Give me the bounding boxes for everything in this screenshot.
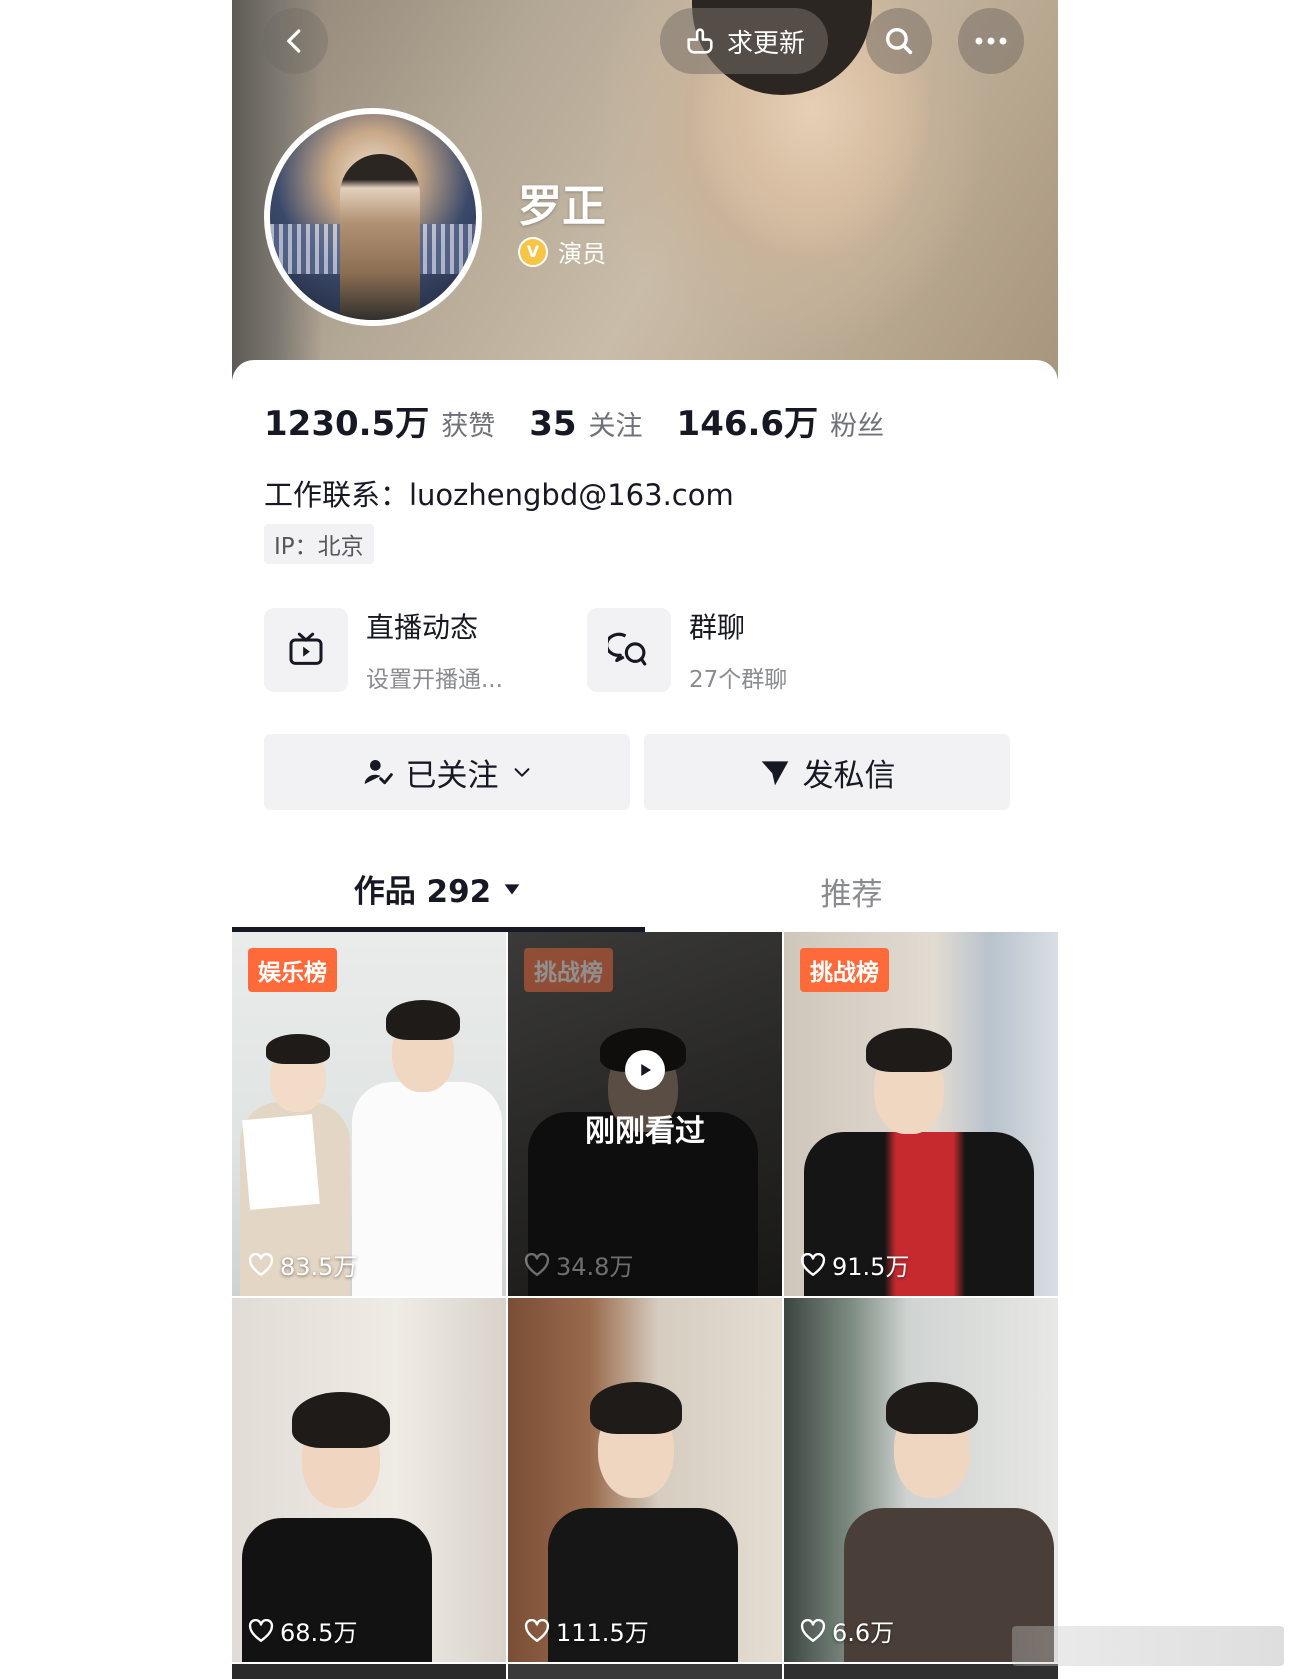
watermark xyxy=(1012,1626,1284,1666)
live-updates-title: 直播动态 xyxy=(366,611,479,644)
followed-button[interactable]: 已关注 xyxy=(264,734,630,810)
tv-play-icon xyxy=(289,632,323,665)
profile-name: 罗正 xyxy=(518,181,606,232)
chevron-left-icon xyxy=(287,29,301,53)
like-count-value: 68.5万 xyxy=(280,1619,358,1647)
ranking-badge: 挑战榜 xyxy=(800,948,889,992)
heart-outline-icon xyxy=(800,1618,826,1642)
more-dots-icon xyxy=(975,37,1007,45)
like-count: 34.8万 xyxy=(524,1247,633,1282)
video-thumbnail[interactable] xyxy=(784,1664,1058,1679)
hand-point-icon xyxy=(687,28,713,54)
like-count: 91.5万 xyxy=(800,1247,909,1282)
profile-cover-image: 求更新 罗正 V 演员 xyxy=(232,0,1058,380)
recently-watched-label: 刚刚看过 xyxy=(585,1114,705,1149)
profile-info-card: 1230.5万 获赞 35 关注 146.6万 粉丝 工作联系：luozheng… xyxy=(232,360,1058,1679)
stats-row: 1230.5万 获赞 35 关注 146.6万 粉丝 xyxy=(264,396,918,445)
like-count-value: 111.5万 xyxy=(556,1619,649,1647)
avatar[interactable] xyxy=(264,108,482,326)
request-update-label: 求更新 xyxy=(726,28,805,59)
video-thumbnail[interactable]: 68.5万 xyxy=(232,1298,506,1662)
video-thumbnail[interactable]: 挑战榜 91.5万 xyxy=(784,932,1058,1296)
like-count-value: 83.5万 xyxy=(280,1253,358,1281)
verification-label: 演员 xyxy=(558,240,606,268)
like-count: 111.5万 xyxy=(524,1613,649,1648)
heart-outline-icon xyxy=(800,1252,826,1276)
like-count: 6.6万 xyxy=(800,1613,894,1648)
chevron-down-icon xyxy=(514,768,529,777)
request-update-button[interactable]: 求更新 xyxy=(660,8,828,74)
heart-outline-icon xyxy=(248,1618,274,1642)
followers-count[interactable]: 146.6万 xyxy=(677,396,819,445)
likes-count: 1230.5万 xyxy=(264,404,430,444)
following-count[interactable]: 35 xyxy=(529,404,576,444)
like-count-value: 6.6万 xyxy=(832,1619,895,1647)
send-message-label: 发私信 xyxy=(802,757,896,794)
ip-location-tag: IP：北京 xyxy=(264,524,374,564)
like-count-value: 34.8万 xyxy=(556,1253,634,1281)
live-updates-entry[interactable]: 直播动态 设置开播通... xyxy=(264,606,503,694)
bio-contact: 工作联系：luozhengbd@163.com xyxy=(264,478,734,512)
video-thumbnail[interactable]: 挑战榜 刚刚看过 34.8万 xyxy=(508,932,782,1296)
like-count-value: 91.5万 xyxy=(832,1253,910,1281)
profile-tabs: 作品 292 推荐 xyxy=(232,850,1058,932)
user-check-icon xyxy=(364,760,393,785)
verification-row: V 演员 xyxy=(518,234,606,269)
tab-works-label: 作品 292 xyxy=(353,874,492,910)
followers-label[interactable]: 粉丝 xyxy=(830,404,884,443)
video-thumbnail[interactable]: 6.6万 xyxy=(784,1298,1058,1662)
recently-watched-overlay: 刚刚看过 xyxy=(508,1050,782,1150)
video-thumbnail[interactable]: 娱乐榜 83.5万 xyxy=(232,932,506,1296)
tab-recommend-label: 推荐 xyxy=(820,876,883,913)
group-chat-title: 群聊 xyxy=(689,611,746,644)
video-thumbnail[interactable]: 111.5万 xyxy=(508,1298,782,1662)
search-icon xyxy=(885,27,913,55)
send-message-button[interactable]: 发私信 xyxy=(644,734,1010,810)
ranking-badge: 挑战榜 xyxy=(524,948,613,992)
chat-bubbles-icon xyxy=(608,632,647,666)
tab-recommend[interactable]: 推荐 xyxy=(645,850,1058,932)
profile-screen: 求更新 罗正 V 演员 1230.5万 获赞 35 关注 146.6万 粉丝 工… xyxy=(232,0,1058,1679)
heart-outline-icon xyxy=(524,1252,550,1276)
tab-works[interactable]: 作品 292 xyxy=(232,850,645,932)
video-thumbnail[interactable] xyxy=(508,1664,782,1679)
verified-icon: V xyxy=(518,236,548,267)
more-button[interactable] xyxy=(958,8,1024,74)
group-chat-subtitle: 27个群聊 xyxy=(689,667,788,693)
play-icon xyxy=(625,1050,665,1090)
heart-outline-icon xyxy=(248,1252,274,1276)
heart-outline-icon xyxy=(524,1618,550,1642)
search-button[interactable] xyxy=(866,8,932,74)
ranking-badge: 娱乐榜 xyxy=(248,948,337,992)
followed-label: 已关注 xyxy=(405,757,499,794)
following-label[interactable]: 关注 xyxy=(589,404,643,443)
caret-down-icon xyxy=(504,883,520,894)
like-count: 83.5万 xyxy=(248,1247,357,1282)
video-thumbnail[interactable] xyxy=(232,1664,506,1679)
like-count: 68.5万 xyxy=(248,1613,357,1648)
likes-label: 获赞 xyxy=(441,411,496,442)
group-chat-entry[interactable]: 群聊 27个群聊 xyxy=(587,606,787,694)
back-button[interactable] xyxy=(262,8,328,74)
live-updates-subtitle: 设置开播通... xyxy=(366,667,503,693)
send-arrow-icon xyxy=(761,761,788,786)
